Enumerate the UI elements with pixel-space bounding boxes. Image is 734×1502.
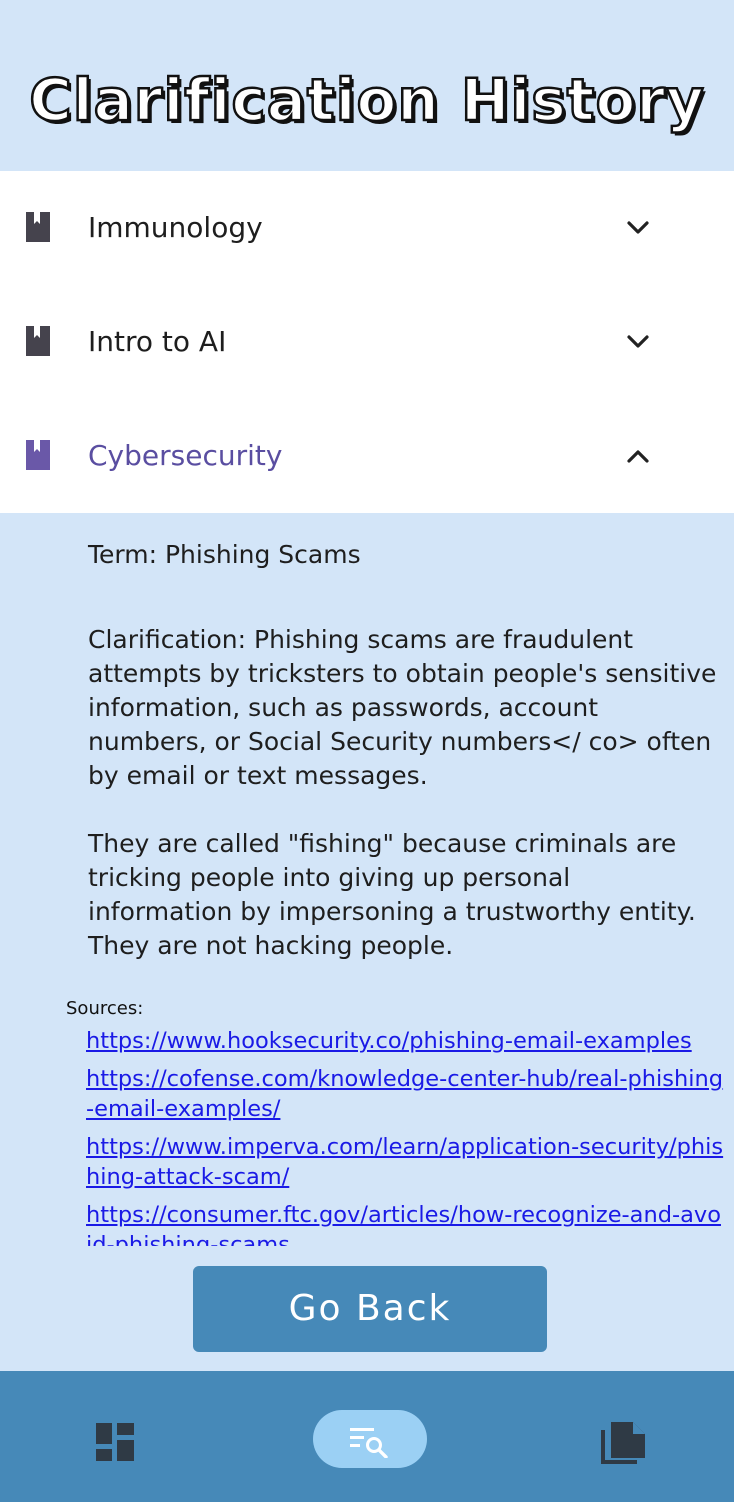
sources-label: Sources: — [66, 998, 144, 1019]
go-back-button[interactable]: Go Back — [193, 1266, 547, 1352]
clarification-text: Clarification: Phishing scams are fraudu… — [88, 625, 717, 790]
dashboard-icon[interactable] — [96, 1423, 134, 1461]
clarification-term: Term: Phishing Scams — [88, 540, 361, 569]
source-link[interactable]: https://www.imperva.com/learn/applicatio… — [86, 1132, 726, 1192]
sources-list: https://www.hooksecurity.co/phishing-ema… — [86, 1026, 726, 1246]
clarification-panel: Term: Phishing Scams Clarification: Phis… — [0, 0, 734, 1246]
search-list-icon[interactable] — [350, 1426, 390, 1458]
source-link[interactable]: https://consumer.ftc.gov/articles/how-re… — [86, 1200, 726, 1246]
documents-icon[interactable] — [601, 1422, 647, 1464]
source-link[interactable]: https://cofense.com/knowledge-center-hub… — [86, 1064, 726, 1124]
source-link[interactable]: https://www.hooksecurity.co/phishing-ema… — [86, 1026, 726, 1056]
bottom-nav — [0, 1371, 734, 1502]
clarification-explanation: They are called "fishing" because crimin… — [88, 829, 696, 960]
